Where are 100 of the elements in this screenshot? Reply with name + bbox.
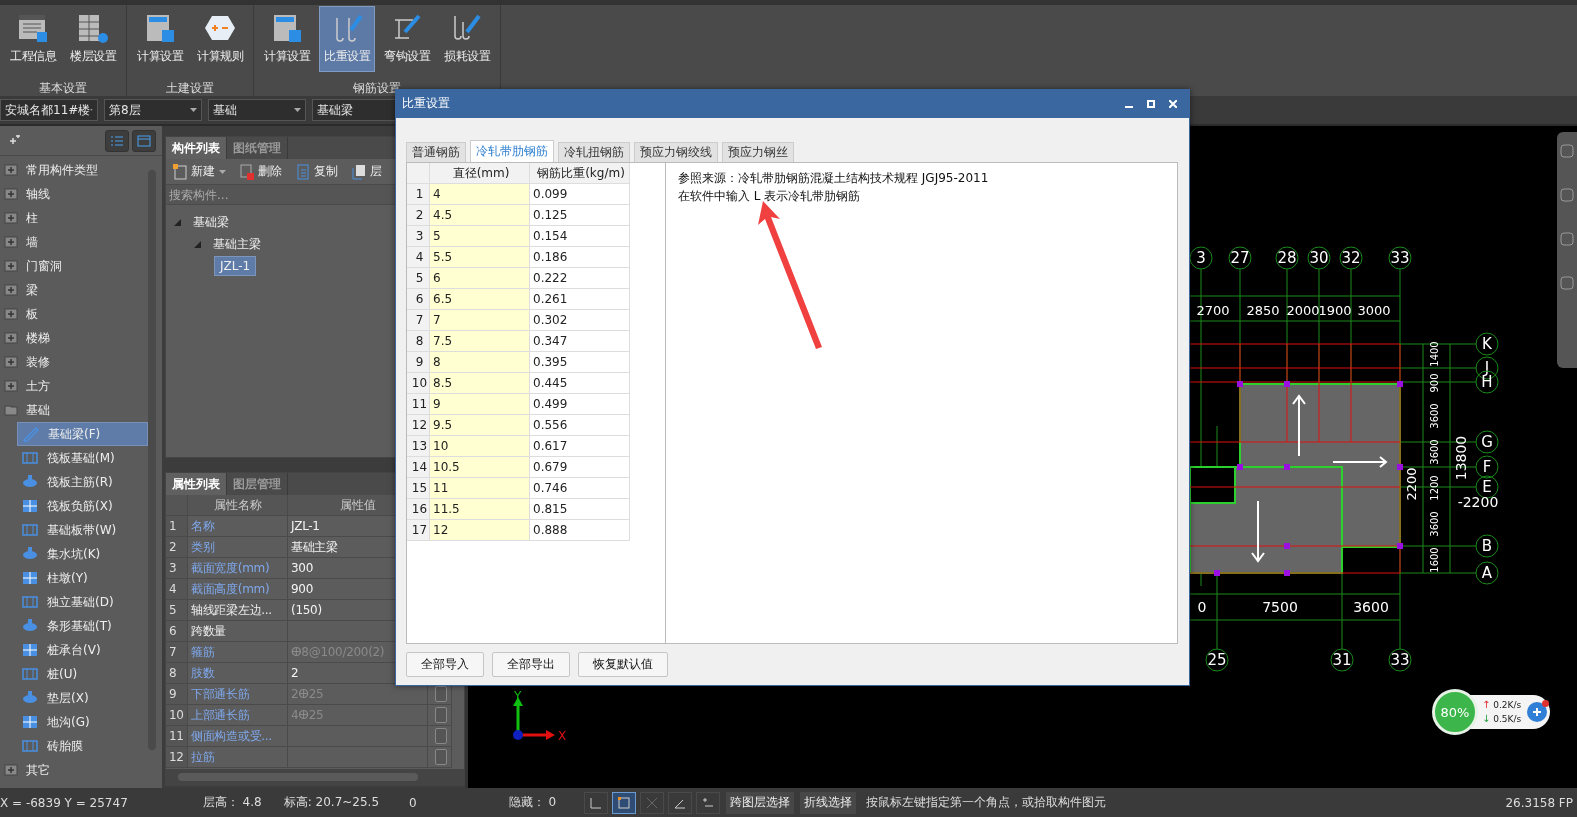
expand-icon[interactable]: [4, 212, 18, 224]
table-cell[interactable]: 6.5: [430, 289, 530, 311]
sidebar-subitem[interactable]: 垫层(X): [17, 686, 148, 710]
table-cell[interactable]: 7.5: [430, 331, 530, 353]
expand-icon[interactable]: [4, 332, 18, 344]
dialog-tab[interactable]: 预应力钢绞线: [634, 142, 718, 163]
folder-open-icon[interactable]: [4, 404, 18, 416]
panel-view-button[interactable]: [132, 129, 156, 152]
sidebar-item[interactable]: 基础: [0, 398, 145, 422]
ribbon-button[interactable]: 工程信息: [5, 6, 61, 72]
table-cell[interactable]: 0.154: [530, 226, 630, 248]
tree-item[interactable]: 基础梁: [187, 210, 235, 234]
sidebar-subitem[interactable]: 条形基础(T): [17, 614, 148, 638]
dialog-button[interactable]: 恢复默认值: [578, 652, 668, 677]
expand-icon[interactable]: [4, 188, 18, 200]
checkbox[interactable]: [435, 728, 447, 744]
ribbon-button[interactable]: 计算规则: [192, 6, 248, 72]
dialog-tab[interactable]: 冷轧带肋钢筋: [470, 140, 554, 163]
sidebar-subitem[interactable]: 基础梁(F): [17, 422, 148, 446]
expand-icon[interactable]: [4, 764, 18, 776]
expand-icon[interactable]: [4, 164, 18, 176]
table-cell[interactable]: 11.5: [430, 499, 530, 521]
sidebar-item[interactable]: 其它: [0, 758, 145, 782]
tool-icon[interactable]: [1560, 144, 1574, 158]
table-cell[interactable]: 0.445: [530, 373, 630, 395]
table-cell[interactable]: 0.222: [530, 268, 630, 290]
table-cell[interactable]: 10.5: [430, 457, 530, 479]
expand-icon[interactable]: [4, 308, 18, 320]
dropdown[interactable]: 安城名都11#楼: [0, 99, 98, 121]
sidebar-item[interactable]: 装修: [0, 350, 145, 374]
expand-icon[interactable]: [4, 356, 18, 368]
tree-item[interactable]: JZL-1: [214, 256, 257, 276]
status-tool-button[interactable]: [612, 791, 637, 814]
toolbar-button[interactable]: 层: [349, 163, 385, 180]
table-cell[interactable]: 0.099: [530, 184, 630, 206]
expand-icon[interactable]: [4, 284, 18, 296]
sidebar-item[interactable]: 楼梯: [0, 326, 145, 350]
status-button[interactable]: 跨图层选择: [726, 791, 795, 814]
expand-icon[interactable]: [4, 260, 18, 272]
close-icon[interactable]: [1169, 99, 1177, 108]
maximize-icon[interactable]: [1147, 99, 1155, 108]
tool-icon[interactable]: [1560, 188, 1574, 202]
dropdown[interactable]: 第8层: [104, 99, 202, 121]
collapse-triangle-icon[interactable]: [194, 240, 201, 248]
ribbon-button[interactable]: 弯钩设置: [379, 6, 435, 72]
sidebar-subitem[interactable]: 桩承台(V): [17, 638, 148, 662]
dropdown[interactable]: 基础: [208, 99, 306, 121]
table-cell[interactable]: 0.302: [530, 310, 630, 332]
table-cell[interactable]: 5.5: [430, 247, 530, 269]
sidebar-item[interactable]: 门窗洞: [0, 254, 145, 278]
table-cell[interactable]: 0.186: [530, 247, 630, 269]
sidebar-item[interactable]: 柱: [0, 206, 145, 230]
status-tool-button[interactable]: [668, 791, 693, 814]
table-cell[interactable]: 0.125: [530, 205, 630, 227]
ribbon-button[interactable]: 损耗设置: [439, 6, 495, 72]
tool-icon[interactable]: [1560, 232, 1574, 246]
table-cell[interactable]: 0.261: [530, 289, 630, 311]
table-cell[interactable]: 7: [430, 310, 530, 332]
dialog-button[interactable]: 全部导入: [406, 652, 484, 677]
panel-tab[interactable]: 构件列表: [166, 137, 227, 159]
sidebar-item[interactable]: 轴线: [0, 182, 145, 206]
status-tool-button[interactable]: [640, 791, 665, 814]
table-cell[interactable]: 8: [430, 352, 530, 374]
dialog-button[interactable]: 全部导出: [492, 652, 570, 677]
sidebar-subitem[interactable]: 筏板基础(M): [17, 446, 148, 470]
table-cell[interactable]: 0.888: [530, 520, 630, 542]
sidebar-subitem[interactable]: 砖胎膜: [17, 734, 148, 758]
ribbon-button[interactable]: 计算设置: [259, 6, 315, 72]
dialog-tab[interactable]: 预应力钢丝: [722, 142, 794, 163]
table-cell[interactable]: 11: [430, 478, 530, 500]
table-cell[interactable]: 0.556: [530, 415, 630, 437]
checkbox[interactable]: [435, 686, 447, 702]
list-view-button[interactable]: [105, 129, 129, 152]
table-cell[interactable]: 0.679: [530, 457, 630, 479]
expand-icon[interactable]: [4, 380, 18, 392]
sidebar-item[interactable]: 土方: [0, 374, 145, 398]
ribbon-button[interactable]: 比重设置: [319, 6, 375, 72]
table-cell[interactable]: [288, 747, 428, 768]
tree-item[interactable]: 基础主梁: [207, 232, 267, 256]
ribbon-button[interactable]: 计算设置: [132, 6, 188, 72]
status-tool-button[interactable]: [696, 791, 721, 814]
status-tool-button[interactable]: [584, 791, 609, 814]
expand-icon[interactable]: [4, 236, 18, 248]
sidebar-subitem[interactable]: 独立基础(D): [17, 590, 148, 614]
sidebar-subitem[interactable]: 桩(U): [17, 662, 148, 686]
sidebar-subitem[interactable]: 柱墩(Y): [17, 566, 148, 590]
dialog-tab[interactable]: 冷轧扭钢筋: [558, 142, 630, 163]
sidebar-subitem[interactable]: 筏板负筋(X): [17, 494, 148, 518]
sidebar-item[interactable]: 墙: [0, 230, 145, 254]
checkbox[interactable]: [435, 707, 447, 723]
sidebar-item[interactable]: 常用构件类型: [0, 158, 145, 182]
table-cell[interactable]: 6: [430, 268, 530, 290]
table-cell[interactable]: 12: [430, 520, 530, 542]
ribbon-button[interactable]: 楼层设置: [65, 6, 121, 72]
sidebar-item[interactable]: 梁: [0, 278, 145, 302]
table-cell[interactable]: 9: [430, 394, 530, 416]
sidebar-subitem[interactable]: 集水坑(K): [17, 542, 148, 566]
toolbar-button[interactable]: 删除: [237, 163, 285, 180]
sidebar-item[interactable]: 板: [0, 302, 145, 326]
sidebar-subitem[interactable]: 地沟(G): [17, 710, 148, 734]
